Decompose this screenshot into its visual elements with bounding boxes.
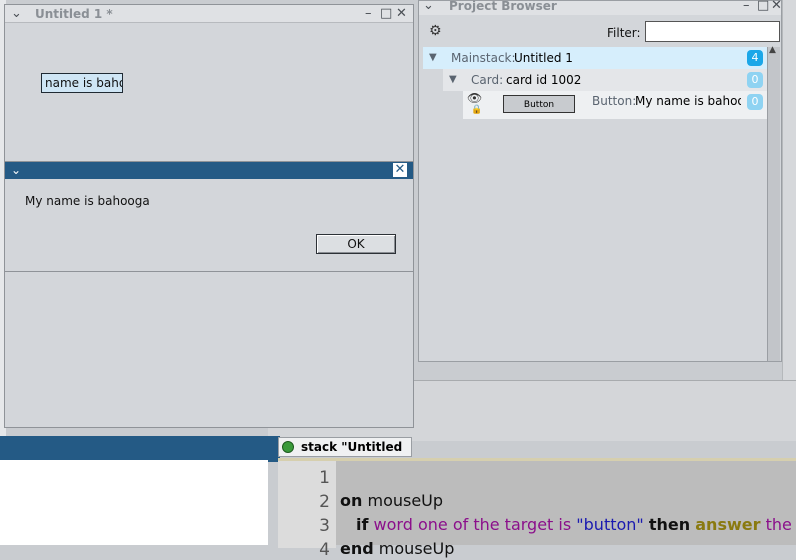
button-thumbnail: Button (503, 95, 575, 113)
maximize-icon[interactable]: □ (757, 0, 769, 15)
tab-script-stack[interactable]: stack "Untitled 1" (278, 437, 412, 472)
filter-input[interactable] (645, 21, 780, 42)
count-badge: 0 (747, 72, 763, 88)
row-name: card id 1002 (506, 73, 582, 87)
background-title-strip (0, 436, 280, 462)
collapse-icon[interactable]: ⌄ (423, 0, 434, 15)
line-number: 3 (319, 516, 330, 536)
background-white-pane (0, 460, 268, 545)
close-icon[interactable]: ✕ (771, 0, 782, 15)
tree-row-mainstack[interactable]: ▼ Mainstack: Untitled 1 4 (423, 47, 767, 69)
name-field[interactable]: name is bahoo (41, 73, 123, 93)
gear-icon[interactable]: ⚙ (429, 23, 442, 39)
dialog-titlebar[interactable]: ⌄ ✕ (5, 162, 413, 179)
vertical-scrollbar[interactable]: ▲ (767, 45, 780, 361)
minimize-icon[interactable]: – (743, 0, 750, 15)
code-line-2: on mouseUp (340, 491, 444, 510)
stack-window-titlebar[interactable]: ⌄ Untitled 1 * – □ ✕ (5, 5, 413, 23)
close-icon[interactable]: ✕ (393, 163, 407, 177)
line-number: 2 (319, 492, 330, 512)
collapse-icon[interactable]: ⌄ (11, 5, 22, 23)
status-dot-icon (282, 441, 294, 453)
filter-label: Filter: (607, 26, 641, 40)
minimize-icon[interactable]: – (365, 5, 372, 23)
tree-row-button[interactable]: 👁 🔒 Button Button: My name is bahoog 0 (463, 91, 767, 119)
lock-icon[interactable]: 🔒 (471, 99, 482, 121)
close-icon[interactable]: ✕ (396, 5, 407, 23)
project-browser-titlebar[interactable]: ⌄ Project Browser – □ ✕ (419, 0, 782, 15)
project-browser-window: ⌄ Project Browser – □ ✕ ⚙ Filter: ▼ Main… (418, 0, 782, 362)
project-browser-title: Project Browser (449, 0, 557, 13)
answer-dialog: ⌄ ✕ My name is bahooga OK (4, 161, 414, 272)
collapse-icon[interactable]: ⌄ (11, 163, 25, 177)
count-badge: 0 (747, 94, 763, 110)
row-name: Untitled 1 (514, 51, 573, 65)
tree-row-card[interactable]: ▼ Card: card id 1002 0 (443, 69, 767, 91)
row-kind-label: Mainstack: (451, 51, 516, 65)
script-editor[interactable]: 1 2 3 4 on mouseUp if word one of the ta… (278, 458, 796, 560)
count-badge: 4 (747, 50, 763, 66)
expand-triangle-icon[interactable]: ▼ (429, 47, 437, 69)
scroll-up-icon[interactable]: ▲ (769, 45, 776, 55)
row-kind-label: Button: (592, 94, 637, 108)
stack-window-title: Untitled 1 * (35, 7, 113, 21)
line-number: 4 (319, 540, 330, 560)
dialog-message: My name is bahooga (25, 194, 150, 208)
maximize-icon[interactable]: □ (380, 5, 392, 23)
ok-button[interactable]: OK (316, 234, 396, 254)
background-window-edge-right (782, 0, 796, 380)
code-line-4: end mouseUp (340, 539, 455, 558)
code-line-3: if word one of the target is "button" th… (356, 515, 792, 534)
expand-triangle-icon[interactable]: ▼ (449, 69, 457, 91)
line-number-gutter: 1 2 3 4 (278, 461, 336, 560)
row-name: My name is bahoog (635, 94, 741, 108)
line-number: 1 (319, 468, 330, 488)
